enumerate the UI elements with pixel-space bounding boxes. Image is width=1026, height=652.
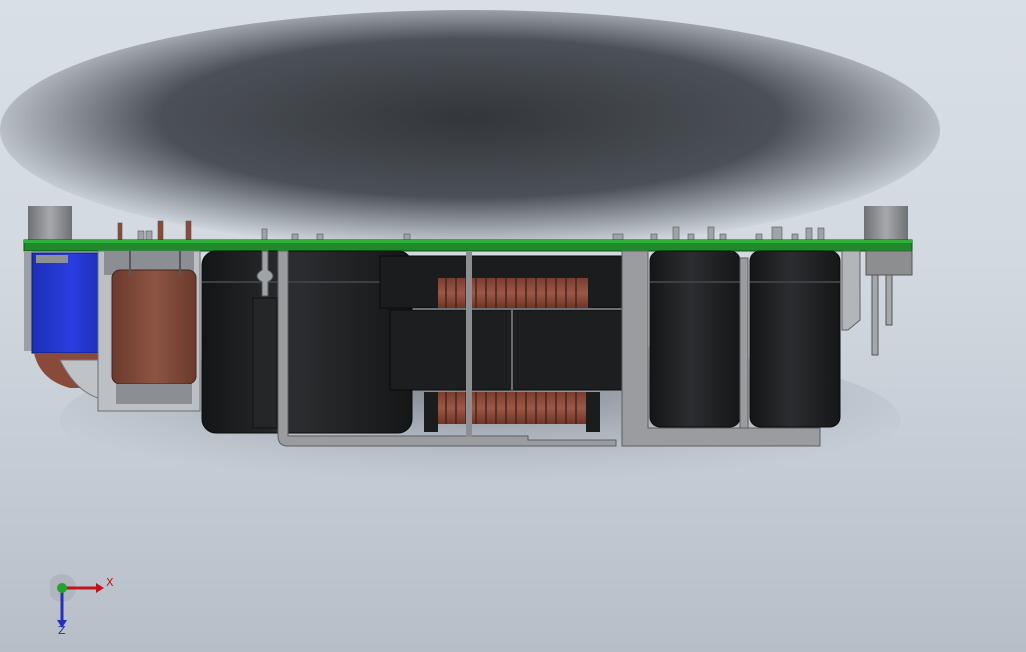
axis-triad: X Z <box>50 574 114 636</box>
pcb-edge-highlight <box>24 240 912 243</box>
standoff-left[interactable] <box>28 206 72 240</box>
z-axis-label: Z <box>58 624 66 636</box>
3d-viewport[interactable]: X Z <box>0 0 1026 652</box>
board-shadow <box>0 10 940 250</box>
output-capacitor-1[interactable] <box>649 250 741 428</box>
standoff-right[interactable] <box>864 206 908 240</box>
y-axis-dot <box>57 583 67 593</box>
x-axis-label: X <box>106 576 114 589</box>
output-capacitor-2[interactable] <box>749 250 841 428</box>
common-mode-choke[interactable] <box>97 250 201 412</box>
model-scene[interactable] <box>0 0 1026 652</box>
capacitor-divider <box>739 257 749 429</box>
right-mount-clip[interactable] <box>841 250 913 356</box>
